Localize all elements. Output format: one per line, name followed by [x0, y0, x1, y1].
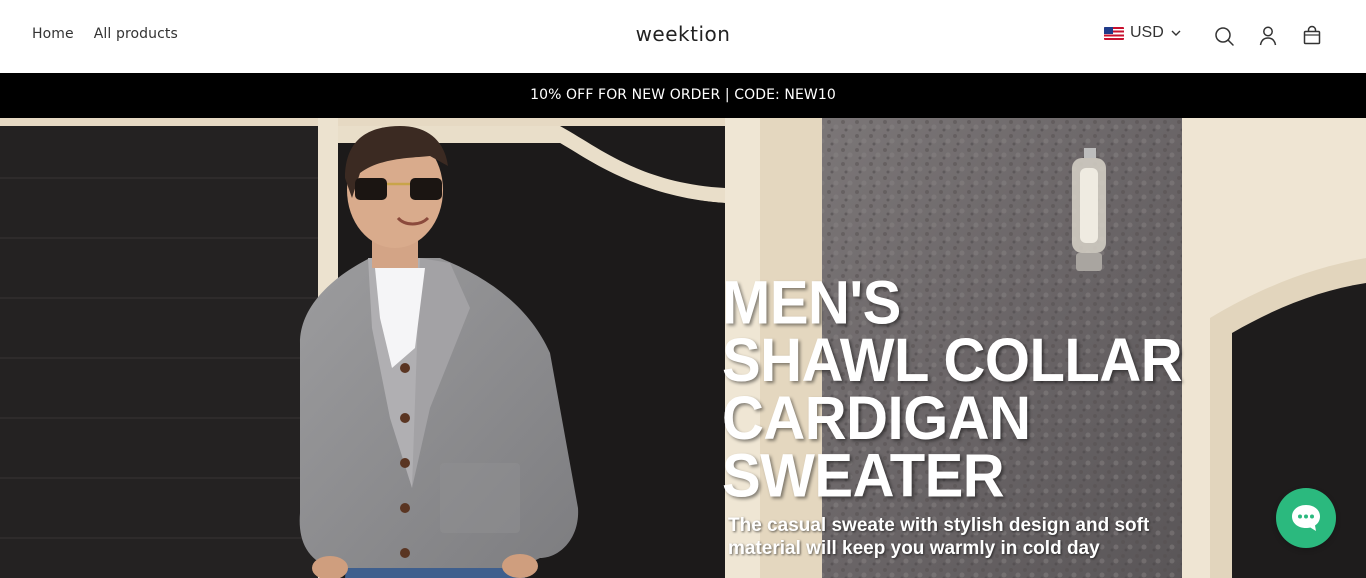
hero-headline: MEN'S SHAWL COLLAR CARDIGAN SWEATER — [722, 268, 1183, 511]
headline-line: MEN'S — [722, 268, 901, 337]
search-icon[interactable] — [1213, 25, 1235, 47]
announcement-bar: 10% OFF FOR NEW ORDER | CODE: NEW10 — [0, 73, 1366, 118]
hero-banner[interactable]: MEN'S SHAWL COLLAR CARDIGAN SWEATER The … — [0, 118, 1366, 578]
headline-line: SWEATER — [722, 442, 1005, 511]
hero-subtext-line: The casual sweate with stylish design an… — [728, 515, 1150, 536]
site-header: Home All products weektion USD — [0, 0, 1366, 73]
chat-widget-button[interactable] — [1276, 488, 1336, 548]
currency-selector[interactable]: USD — [1104, 24, 1182, 42]
headline-line: SHAWL COLLAR — [722, 326, 1183, 395]
hero-subtext: The casual sweate with stylish design an… — [728, 514, 1188, 560]
chevron-down-icon — [1171, 30, 1181, 36]
account-icon[interactable] — [1257, 25, 1279, 47]
chat-bubble-icon — [1292, 505, 1320, 531]
hero-subtext-line: material will keep you warmly in cold da… — [728, 538, 1100, 559]
headline-line: CARDIGAN — [722, 384, 1031, 453]
currency-code: USD — [1130, 24, 1164, 41]
us-flag-icon — [1104, 26, 1124, 40]
cart-icon[interactable] — [1301, 25, 1323, 47]
